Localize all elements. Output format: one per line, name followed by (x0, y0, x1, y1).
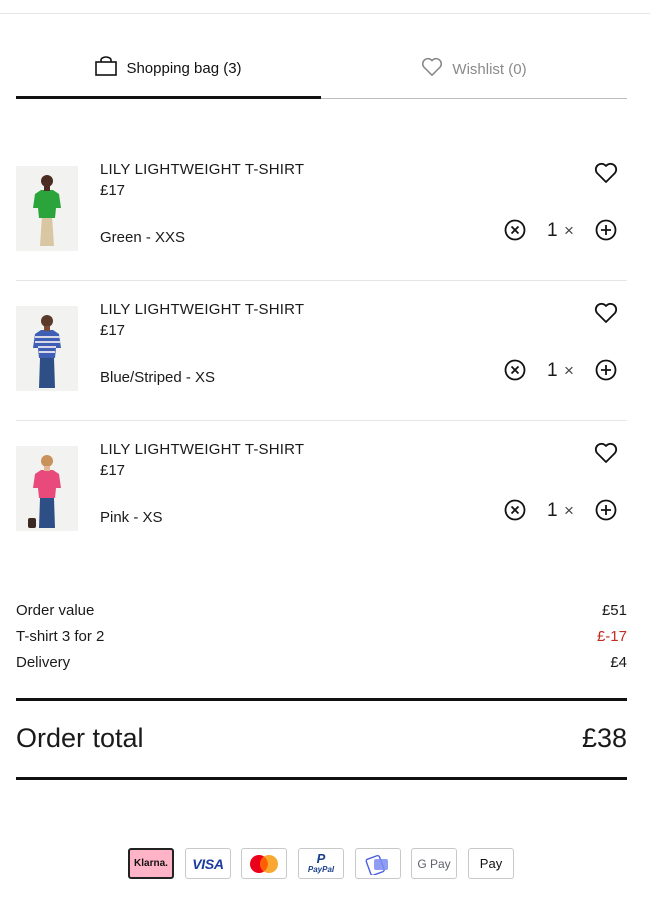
remove-item-button[interactable] (504, 499, 526, 526)
tab-shopping-bag[interactable]: Shopping bag (3) (16, 40, 321, 99)
delivery-amount: £4 (610, 654, 627, 671)
product-variant: Green - XXS (100, 229, 186, 246)
plus-circle-icon (595, 359, 617, 381)
promo-label: T-shirt 3 for 2 (16, 628, 105, 645)
mastercard-icon (250, 854, 278, 873)
product-image[interactable] (16, 166, 78, 251)
plus-circle-icon (595, 219, 617, 241)
total-divider-bottom (16, 777, 627, 780)
klarna-logo: Klarna. (128, 848, 174, 879)
product-variant: Pink - XS (100, 509, 163, 526)
heart-icon (421, 57, 452, 81)
cart-item: LILY LIGHTWEIGHT T-SHIRT £17 Green - XXS… (16, 140, 627, 280)
delivery-label: Delivery (16, 654, 71, 671)
increase-quantity-button[interactable] (595, 359, 617, 386)
product-price: £17 (100, 462, 126, 479)
bag-tabs: Shopping bag (3) Wishlist (0) (16, 40, 627, 99)
product-image[interactable] (16, 306, 78, 391)
remove-item-button[interactable] (504, 219, 526, 246)
quantity-value: 1 (547, 360, 558, 381)
summary-row-promo: T-shirt 3 for 2 £-17 (16, 626, 627, 652)
card-icon (365, 854, 388, 875)
quantity-times: × (564, 361, 574, 380)
add-to-wishlist-button[interactable] (594, 442, 618, 464)
quantity-stepper: 1 × (504, 498, 628, 524)
close-circle-icon (504, 359, 526, 381)
summary-row-delivery: Delivery £4 (16, 652, 627, 678)
quantity-value: 1 (547, 220, 558, 241)
payment-methods: Klarna. VISA P PayPal G Pay Pay (0, 848, 650, 879)
apple-pay-logo: Pay (468, 848, 514, 879)
top-divider (0, 13, 650, 14)
product-name[interactable]: LILY LIGHTWEIGHT T-SHIRT (100, 301, 304, 318)
close-circle-icon (504, 219, 526, 241)
close-circle-icon (504, 499, 526, 521)
increase-quantity-button[interactable] (595, 219, 617, 246)
quantity-times: × (564, 501, 574, 520)
order-total-label: Order total (16, 723, 144, 753)
order-summary: Order value £51 T-shirt 3 for 2 £-17 Del… (16, 600, 627, 678)
quantity-stepper: 1 × (504, 358, 628, 384)
product-image[interactable] (16, 446, 78, 531)
tab-wishlist[interactable]: Wishlist (0) (321, 40, 627, 99)
google-pay-logo: G Pay (411, 848, 457, 879)
plus-circle-icon (595, 499, 617, 521)
total-divider-top (16, 698, 627, 701)
promo-amount: £-17 (596, 628, 627, 645)
quantity-value: 1 (547, 500, 558, 521)
quantity-times: × (564, 221, 574, 240)
add-to-wishlist-button[interactable] (594, 162, 618, 184)
remove-item-button[interactable] (504, 359, 526, 386)
product-price: £17 (100, 322, 126, 339)
heart-icon (594, 302, 618, 323)
card-payment-logo (355, 848, 401, 879)
product-name[interactable]: LILY LIGHTWEIGHT T-SHIRT (100, 441, 304, 458)
order-total-amount: £38 (581, 723, 627, 753)
add-to-wishlist-button[interactable] (594, 302, 618, 324)
cart-item: LILY LIGHTWEIGHT T-SHIRT £17 Blue/Stripe… (16, 280, 627, 420)
tab-wishlist-label: Wishlist (0) (452, 60, 527, 78)
shopping-bag-icon (95, 56, 126, 80)
product-variant: Blue/Striped - XS (100, 369, 216, 386)
product-name[interactable]: LILY LIGHTWEIGHT T-SHIRT (100, 161, 304, 178)
visa-logo: VISA (185, 848, 231, 879)
quantity-stepper: 1 × (504, 218, 628, 244)
increase-quantity-button[interactable] (595, 499, 617, 526)
cart-item: LILY LIGHTWEIGHT T-SHIRT £17 Pink - XS 1… (16, 420, 627, 560)
heart-icon (594, 442, 618, 463)
product-price: £17 (100, 182, 126, 199)
paypal-logo: P PayPal (298, 848, 344, 879)
order-value-amount: £51 (601, 602, 627, 619)
heart-icon (594, 162, 618, 183)
mastercard-logo (241, 848, 287, 879)
order-total: Order total £38 (16, 723, 627, 759)
tab-shopping-bag-label: Shopping bag (3) (126, 59, 242, 77)
summary-row-order-value: Order value £51 (16, 600, 627, 626)
order-value-label: Order value (16, 602, 95, 619)
